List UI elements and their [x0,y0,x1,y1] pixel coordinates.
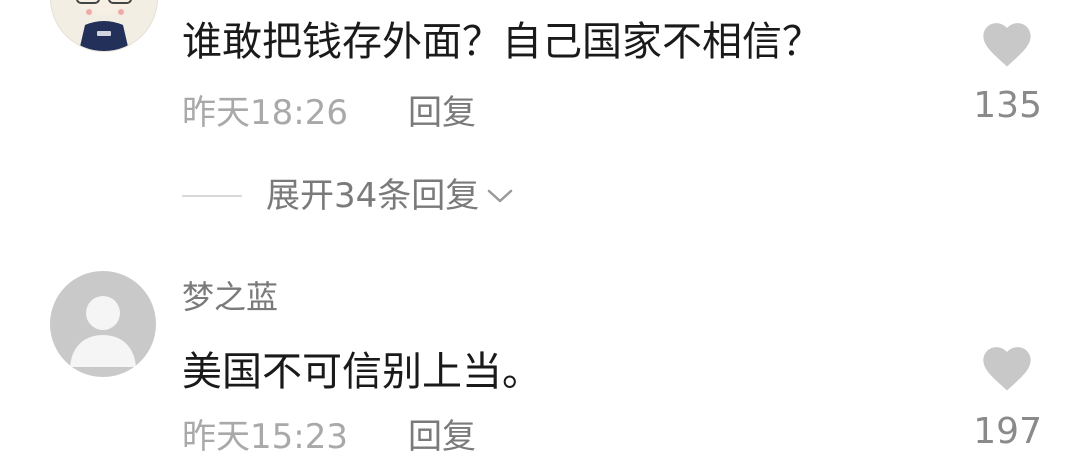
expand-divider [182,195,242,197]
default-user-icon [70,296,136,367]
comment-1-reply-button[interactable]: 回复 [408,96,476,130]
expand-replies-label: 展开34条回复 [266,176,480,216]
heart-icon[interactable] [978,340,1036,392]
comment-2-username[interactable]: 梦之蓝 [182,281,278,313]
comment-1-avatar[interactable] [50,0,158,52]
comment-1-time: 昨天18:26 [182,93,348,133]
comment-2-like-count: 197 [973,411,1042,452]
comment-1-like-count: 135 [973,85,1042,126]
comment-1-text: 谁敢把钱存外面？自己国家不相信？ [182,19,822,65]
heart-icon[interactable] [978,16,1036,68]
cartoon-avatar-icon [74,0,134,51]
comment-2-time: 昨天15:23 [182,417,348,457]
chevron-down-icon [488,189,513,203]
expand-replies-button[interactable]: 展开34条回复 [182,176,513,216]
comment-2-avatar[interactable] [50,271,156,377]
comment-2-reply-button[interactable]: 回复 [408,420,476,454]
comment-2-text: 美国不可信别上当。 [182,349,542,395]
